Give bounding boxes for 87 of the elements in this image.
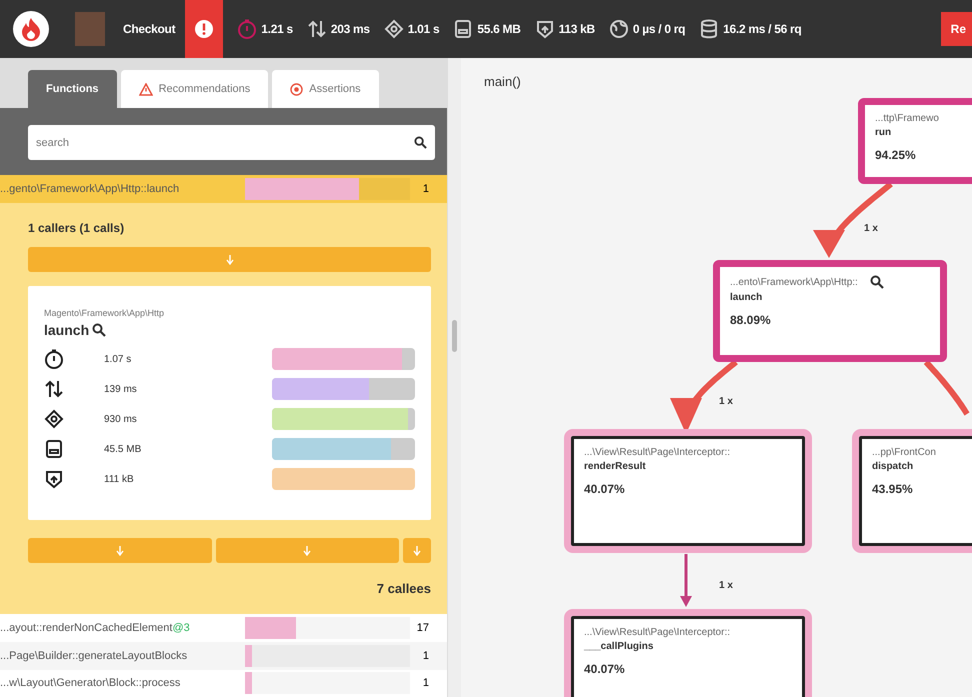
callee-bar[interactable]: [403, 538, 431, 564]
exclamation-icon: [195, 20, 214, 38]
function-name: ...w\Layout\Generator\Block::process: [0, 677, 182, 690]
callee-bar[interactable]: [216, 538, 399, 564]
node-percent: 88.09%: [730, 313, 772, 327]
memory-icon: [453, 19, 474, 39]
scrollbar-thumb[interactable]: [452, 320, 457, 352]
callee-row[interactable]: ...ayout::renderNonCachedElement@3 17: [0, 614, 447, 642]
call-count: 17: [416, 622, 429, 634]
metric-value: 1.07 s: [104, 354, 132, 365]
callee-bar[interactable]: [28, 538, 212, 564]
edge-label: 1 x: [719, 580, 733, 591]
node-function: ___callPlugins: [584, 641, 654, 652]
search-icon[interactable]: [870, 275, 884, 289]
edge-arrow: [924, 360, 970, 416]
metric-value: 111 kB: [104, 474, 135, 485]
node-percent: 94.25%: [875, 148, 917, 162]
edge-arrow: [680, 554, 692, 607]
metric-value: 203 ms: [330, 22, 370, 36]
node-namespace: ...ttp\Framewo: [875, 113, 939, 124]
node-namespace: ...pp\FrontCon: [872, 447, 936, 458]
metric-value: 139 ms: [104, 384, 138, 395]
metric-value: 0 µs / 0 rq: [632, 22, 686, 36]
arrow-down-icon: [413, 546, 421, 556]
selected-function-row[interactable]: ...gento\Framework\App\Http::launch 1: [0, 175, 447, 204]
flame-logo-icon: [13, 11, 49, 47]
call-count: 1: [422, 677, 429, 690]
stopwatch-icon: [237, 19, 258, 39]
metric-value: 55.6 MB: [477, 22, 521, 36]
tab[interactable]: Assertions: [272, 70, 379, 108]
callees-title: 7 callees: [376, 581, 431, 596]
memory-icon: [44, 439, 64, 460]
callee-row[interactable]: ...Page\Builder::generateLayoutBlocks 1: [0, 642, 447, 670]
search-icon: [92, 323, 106, 338]
graph-title: main(): [484, 74, 521, 89]
database-icon: [699, 19, 720, 39]
node-namespace: ...\View\Result\Page\Interceptor::: [584, 447, 730, 458]
target-icon: [290, 82, 304, 96]
metric-value: 930 ms: [104, 414, 138, 425]
edge-label: 1 x: [719, 396, 733, 407]
warning-icon: [138, 82, 153, 96]
action-button[interactable]: Re: [940, 12, 972, 46]
metric-value: 113 kB: [558, 22, 595, 36]
arrow-down-icon: [226, 254, 234, 265]
eye-diamond-icon: [384, 19, 404, 39]
arrow-down-icon: [303, 546, 312, 556]
graph-node[interactable]: ...ttp\Framewo run 94.25%: [858, 98, 972, 184]
metric-value: 16.2 ms / 56 rq: [723, 22, 802, 36]
node-function: dispatch: [872, 461, 914, 472]
tab[interactable]: Functions: [28, 70, 117, 108]
call-count: 1: [422, 650, 429, 662]
node-function: launch: [730, 292, 764, 303]
node-namespace: ...\View\Result\Page\Interceptor::: [584, 627, 730, 638]
caller-bar[interactable]: [28, 247, 431, 272]
call-count: 1: [422, 183, 429, 196]
function-name: ...gento\Framework\App\Http::launch: [0, 183, 180, 196]
callers-title: 1 callers (1 calls): [28, 221, 126, 236]
node-percent: 40.07%: [584, 482, 626, 496]
node-percent: 43.95%: [872, 482, 914, 496]
function-name: ...Page\Builder::generateLayoutBlocks: [0, 650, 188, 662]
node-function: renderResult: [584, 461, 647, 472]
metric-value: 1.21 s: [261, 22, 293, 36]
function-name: launch: [44, 322, 90, 338]
page-name: Checkout: [123, 22, 176, 36]
node-percent: 40.07%: [584, 662, 626, 676]
up-down-arrows-icon: [44, 379, 64, 400]
namespace: Magento\Framework\App\Http: [44, 308, 166, 318]
alert-button[interactable]: [185, 0, 224, 58]
globe-icon: [608, 19, 629, 39]
metric-value: 45.5 MB: [104, 444, 142, 455]
node-function: run: [875, 127, 892, 138]
edge-label: 1 x: [864, 223, 878, 234]
callee-row[interactable]: ...w\Layout\Generator\Block::process 1: [0, 670, 447, 697]
eye-diamond-icon: [44, 409, 64, 430]
network-icon: [44, 469, 64, 490]
function-name: ...ayout::renderNonCachedElement@3: [0, 622, 191, 634]
tab[interactable]: Recommendations: [120, 70, 268, 108]
search-icon: [414, 136, 427, 149]
up-down-arrows-icon: [306, 19, 327, 39]
metric-value: 1.01 s: [408, 22, 440, 36]
search-field[interactable]: search: [28, 125, 435, 160]
stopwatch-icon: [44, 349, 64, 370]
node-namespace: ...ento\Framework\App\Http::: [730, 276, 858, 288]
photo-placeholder: [75, 12, 105, 46]
arrow-down-icon: [116, 546, 124, 556]
network-icon: [534, 19, 555, 39]
graph-node[interactable]: ...ento\Framework\App\Http:: launch 88.09%: [713, 260, 947, 362]
